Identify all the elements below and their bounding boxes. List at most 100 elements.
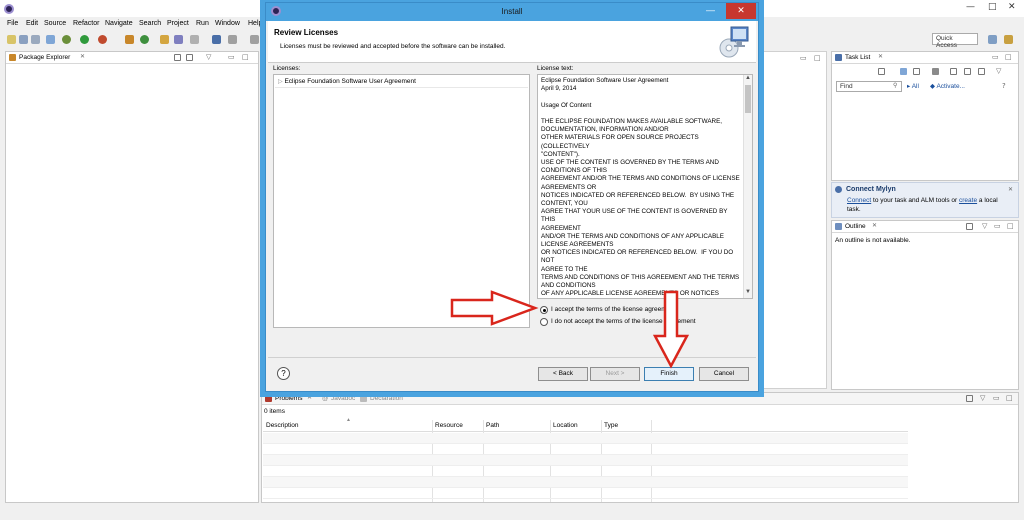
minimize-view-icon[interactable]: ▭ [992, 53, 999, 61]
open-perspective-icon[interactable] [988, 35, 997, 44]
view-menu-icon[interactable]: ▽ [980, 394, 985, 402]
link-editor-icon[interactable] [186, 54, 193, 61]
minimize-view-icon[interactable]: ▭ [993, 394, 1000, 402]
back-icon[interactable] [212, 35, 221, 44]
dialog-heading: Review Licenses [274, 28, 339, 37]
license-text-area[interactable]: Eclipse Foundation Software User Agreeme… [537, 74, 753, 299]
quick-access-field[interactable]: Quick Access [932, 33, 978, 49]
maximize-button[interactable]: □ [988, 2, 997, 12]
outline-toolbar-icon[interactable] [966, 223, 973, 230]
new-task-icon[interactable] [878, 68, 885, 75]
new-class-icon[interactable] [140, 35, 149, 44]
search-icon[interactable] [174, 35, 183, 44]
license-scrollbar[interactable]: ▲ ▼ [743, 75, 752, 298]
finish-button[interactable]: Finish [644, 367, 694, 381]
menu-navigate[interactable]: Navigate [105, 20, 133, 27]
view-menu-icon[interactable]: ▽ [982, 222, 987, 230]
filter-icon[interactable] [966, 395, 973, 402]
debug-icon[interactable] [62, 35, 71, 44]
minimize-editor-icon[interactable]: ▭ [800, 54, 807, 62]
run-icon[interactable] [80, 35, 89, 44]
menu-help[interactable]: Help [248, 20, 262, 27]
accept-radio[interactable] [540, 306, 548, 314]
open-type-icon[interactable] [160, 35, 169, 44]
close-mylyn-icon[interactable]: ✕ [1008, 186, 1013, 193]
close-tab-icon[interactable]: ✕ [872, 222, 877, 229]
save-all-icon[interactable] [31, 35, 40, 44]
column-resource[interactable]: Resource [435, 422, 463, 429]
collapse-all-icon[interactable] [174, 54, 181, 61]
minimize-view-icon[interactable]: ▭ [994, 222, 1001, 230]
close-window-button[interactable]: ✕ [1008, 2, 1016, 12]
menu-file[interactable]: File [7, 20, 18, 27]
help-icon[interactable]: ? [1002, 82, 1006, 90]
minimize-view-icon[interactable]: ▭ [228, 53, 235, 61]
menu-edit[interactable]: Edit [26, 20, 38, 27]
scheduled-icon[interactable] [913, 68, 920, 75]
view-menu-icon[interactable]: ▽ [206, 53, 211, 61]
filter-icon[interactable] [932, 68, 939, 75]
java-perspective-icon[interactable] [1004, 35, 1013, 44]
tab-declaration[interactable]: Declaration [370, 395, 403, 402]
next-button[interactable]: Next > [590, 367, 640, 381]
pin-icon[interactable] [250, 35, 259, 44]
decline-radio[interactable] [540, 318, 548, 326]
menu-source[interactable]: Source [44, 20, 66, 27]
maximize-view-icon[interactable]: □ [242, 53, 249, 61]
maximize-view-icon[interactable]: □ [1005, 53, 1012, 61]
focus-icon[interactable] [978, 68, 985, 75]
column-type[interactable]: Type [604, 422, 618, 429]
cancel-button[interactable]: Cancel [699, 367, 749, 381]
tab-package-explorer[interactable]: Package Explorer [19, 54, 70, 61]
menu-project[interactable]: Project [167, 20, 189, 27]
hide-completed-icon[interactable] [950, 68, 957, 75]
expand-arrow-icon[interactable]: ▷ [278, 79, 283, 85]
save-icon[interactable] [19, 35, 28, 44]
next-annotation-icon[interactable] [190, 35, 199, 44]
menu-refactor[interactable]: Refactor [73, 20, 99, 27]
declaration-icon [360, 395, 367, 402]
menu-run[interactable]: Run [196, 20, 209, 27]
column-description[interactable]: Description [266, 422, 299, 429]
column-path[interactable]: Path [486, 422, 499, 429]
view-menu-icon[interactable]: ▽ [996, 67, 1001, 75]
tab-problems[interactable]: Problems [275, 395, 302, 402]
new-icon[interactable] [7, 35, 16, 44]
close-tab-icon[interactable]: ✕ [307, 394, 312, 401]
column-location[interactable]: Location [553, 422, 578, 429]
package-icon [9, 54, 16, 61]
maximize-view-icon[interactable]: □ [1006, 394, 1013, 402]
collapse-all-icon[interactable] [964, 68, 971, 75]
license-item-label: Eclipse Foundation Software User Agreeme… [284, 78, 416, 85]
connect-link[interactable]: Connect [847, 197, 871, 204]
tab-outline[interactable]: Outline [845, 223, 866, 230]
maximize-view-icon[interactable]: □ [1007, 222, 1014, 230]
help-button[interactable]: ? [277, 367, 290, 380]
activate-link[interactable]: ◆ Activate... [930, 82, 965, 90]
forward-icon[interactable] [228, 35, 237, 44]
tab-task-list[interactable]: Task List [845, 54, 870, 61]
search-icon[interactable]: ⚲ [893, 82, 897, 89]
categorized-icon[interactable] [900, 68, 907, 75]
external-tools-icon[interactable] [98, 35, 107, 44]
dialog-minimize-button[interactable]: — [706, 5, 715, 15]
back-button[interactable]: < Back [538, 367, 588, 381]
task-find-input[interactable]: Find ⚲ [836, 81, 902, 92]
scroll-thumb[interactable] [745, 85, 751, 113]
maximize-editor-icon[interactable]: □ [814, 54, 821, 62]
print-icon[interactable] [46, 35, 55, 44]
dialog-close-button[interactable]: ✕ [726, 3, 756, 19]
close-tab-icon[interactable]: ✕ [80, 53, 85, 60]
all-filter-link[interactable]: ▸ All [907, 82, 919, 90]
minimize-button[interactable]: — [966, 2, 975, 12]
close-tab-icon[interactable]: ✕ [878, 53, 883, 60]
scroll-up-icon[interactable]: ▲ [745, 75, 751, 81]
new-java-project-icon[interactable] [125, 35, 134, 44]
dialog-subheading: Licenses must be reviewed and accepted b… [280, 43, 506, 50]
menu-window[interactable]: Window [215, 20, 240, 27]
tab-javadoc[interactable]: Javadoc [331, 395, 355, 402]
create-link[interactable]: create [959, 197, 977, 204]
scroll-down-icon[interactable]: ▼ [745, 289, 751, 295]
menu-search[interactable]: Search [139, 20, 161, 27]
license-tree-item[interactable]: ▷ Eclipse Foundation Software User Agree… [278, 78, 416, 85]
